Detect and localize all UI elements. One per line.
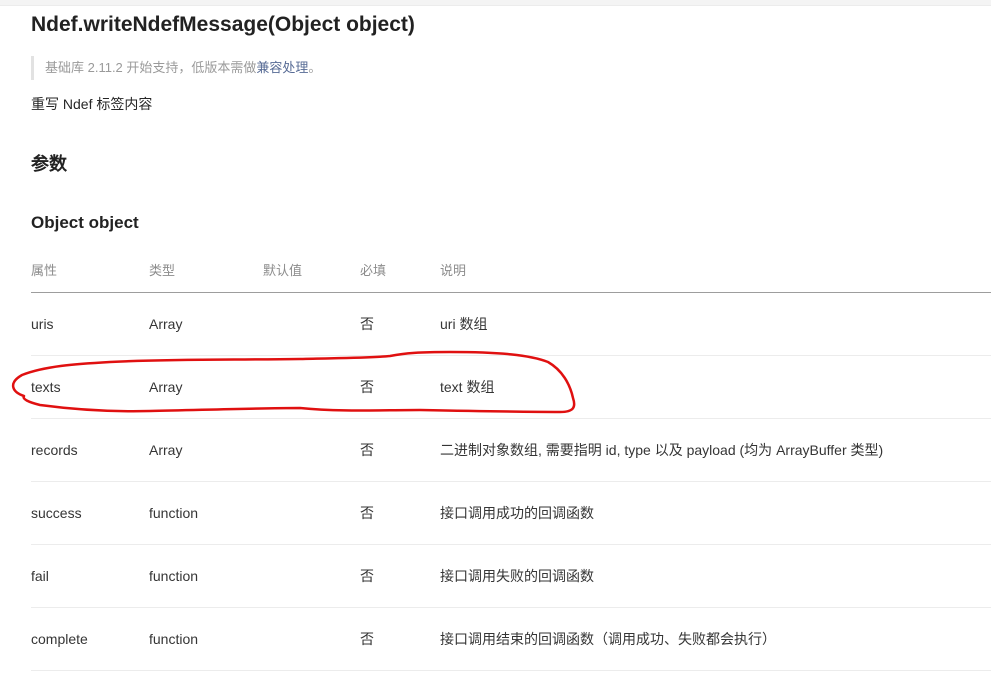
cell-required: 否 — [360, 442, 374, 458]
cell-attr: complete — [31, 631, 88, 647]
cell-required: 否 — [360, 505, 374, 521]
cell-attr: records — [31, 442, 78, 458]
table-row-records: records Array 否 二进制对象数组, 需要指明 id, type 以… — [31, 419, 991, 482]
cell-type: Array — [149, 316, 183, 332]
cell-desc: 接口调用成功的回调函数 — [440, 505, 594, 521]
table-row-success: success function 否 接口调用成功的回调函数 — [31, 482, 991, 545]
cell-attr: texts — [31, 379, 61, 395]
object-heading: Object object — [31, 213, 139, 232]
table-row-complete: complete function 否 接口调用结束的回调函数（调用成功、失败都… — [31, 608, 991, 671]
cell-attr: fail — [31, 568, 49, 584]
cell-required: 否 — [360, 316, 374, 332]
cell-type: Array — [149, 442, 183, 458]
cell-attr: uris — [31, 316, 54, 332]
header-attr: 属性 — [31, 263, 58, 278]
cell-desc: 接口调用失败的回调函数 — [440, 568, 594, 584]
params-table: 属性 类型 默认值 必填 说明 uris Array 否 uri 数组 text… — [31, 250, 991, 671]
compat-link[interactable]: 兼容处理 — [256, 60, 308, 75]
table-row-fail: fail function 否 接口调用失败的回调函数 — [31, 545, 991, 608]
page-title: Ndef.writeNdefMessage(Object object) — [31, 13, 415, 36]
header-type: 类型 — [149, 263, 176, 278]
cell-required: 否 — [360, 631, 374, 647]
cell-type: function — [149, 568, 199, 584]
cell-required: 否 — [360, 379, 374, 395]
version-note: 基础库 2.11.2 开始支持，低版本需做兼容处理。 — [31, 56, 321, 80]
cell-type: function — [149, 505, 199, 521]
cell-required: 否 — [360, 568, 374, 584]
header-default: 默认值 — [263, 263, 303, 278]
method-description: 重写 Ndef 标签内容 — [31, 96, 153, 112]
version-note-suffix: 。 — [308, 60, 322, 75]
header-required: 必填 — [360, 263, 387, 278]
params-heading: 参数 — [31, 154, 67, 174]
table-row-uris: uris Array 否 uri 数组 — [31, 293, 991, 356]
cell-desc: 二进制对象数组, 需要指明 id, type 以及 payload (均为 Ar… — [440, 442, 884, 458]
header-desc: 说明 — [440, 263, 467, 278]
cell-type: Array — [149, 379, 183, 395]
top-divider — [0, 0, 991, 6]
cell-desc: text 数组 — [440, 379, 495, 395]
cell-type: function — [149, 631, 199, 647]
table-header-row: 属性 类型 默认值 必填 说明 — [31, 250, 991, 293]
version-note-text: 基础库 2.11.2 开始支持，低版本需做 — [45, 60, 257, 75]
cell-desc: 接口调用结束的回调函数（调用成功、失败都会执行） — [440, 631, 776, 647]
table-row-texts: texts Array 否 text 数组 — [31, 356, 991, 419]
cell-desc: uri 数组 — [440, 316, 488, 332]
cell-attr: success — [31, 505, 82, 521]
